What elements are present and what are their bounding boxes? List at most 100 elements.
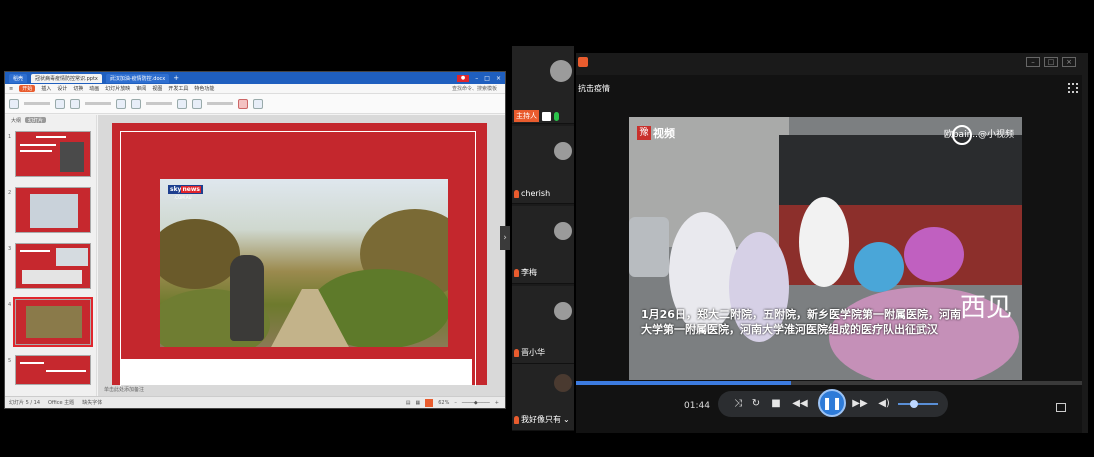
menu-home[interactable]: 开始	[19, 85, 36, 92]
menu-developer[interactable]: 开发工具	[168, 85, 188, 92]
menu-insert[interactable]: 插入	[41, 85, 51, 92]
zoom-in-icon[interactable]: +	[495, 400, 499, 406]
sky-news-logo: skynews	[168, 185, 203, 194]
volume-knob[interactable]	[910, 400, 918, 408]
drawing-group	[207, 102, 233, 105]
close-icon[interactable]: ×	[496, 75, 501, 82]
menu-slideshow[interactable]: 幻灯片放映	[105, 85, 130, 92]
menu-animation[interactable]: 动画	[89, 85, 99, 92]
avatar	[550, 60, 572, 82]
ppt-menu-bar: ≡ 开始 插入 设计 切换 动画 幻灯片放映 审阅 视图 开发工具 特色功能 查…	[5, 84, 505, 94]
window-controls: ● – □ ×	[456, 74, 505, 82]
fullscreen-icon[interactable]	[1056, 403, 1066, 412]
font-group	[85, 102, 111, 105]
seek-bar-fill	[576, 381, 792, 385]
slide-thumbnail[interactable]: 2	[8, 187, 91, 233]
tab-presentation[interactable]: 冠状病毒疫情防控常识.pptx	[31, 73, 102, 83]
avatar	[554, 142, 572, 160]
tab-outline[interactable]: 大纲	[11, 117, 21, 124]
missing-fonts[interactable]: 缺失字体	[82, 399, 102, 406]
seek-bar[interactable]	[576, 381, 1088, 385]
current-time: 01:44	[684, 401, 710, 411]
theme-name: Office 主题	[48, 400, 75, 406]
menu-review[interactable]: 审阅	[136, 85, 146, 92]
player-title-bar: – □ ×	[576, 53, 1088, 75]
video-subtitle: 1月26日，郑大二附院，五附院，新乡医学院第一附属医院，河南大学第一附属医院，河…	[641, 308, 961, 336]
volume-icon[interactable]: ◀)	[876, 397, 892, 411]
menu-design[interactable]: 设计	[57, 85, 67, 92]
fast-forward-icon[interactable]: ▶▶	[852, 397, 868, 411]
slide-thumbnail[interactable]: 5	[8, 355, 91, 385]
menu-file-icon[interactable]: ≡	[9, 86, 13, 92]
zoom-out-icon[interactable]: –	[454, 400, 457, 406]
arrange-icon[interactable]	[238, 98, 248, 109]
zoom-slider[interactable]: ────◆────	[462, 400, 490, 406]
tab-docer[interactable]: 稻壳	[9, 73, 28, 83]
close-icon[interactable]: ×	[1062, 57, 1076, 67]
presentation-window: 稻壳 冠状病毒疫情防控常识.pptx 武汉加油-疫情防控.docx + ● – …	[4, 71, 506, 409]
view-sorter-icon[interactable]: ▦	[416, 400, 421, 406]
participant-tile[interactable]: 晋小华	[512, 286, 574, 364]
slide-photo[interactable]: skynews .COM.AU	[160, 179, 448, 347]
paste-icon[interactable]	[9, 98, 19, 109]
menu-view[interactable]: 视图	[152, 85, 162, 92]
chevron-down-icon[interactable]: ⌄	[563, 415, 570, 424]
participant-name: 李梅	[521, 268, 537, 277]
paragraph-group	[146, 102, 172, 105]
collapse-panel-icon[interactable]: ›	[500, 226, 510, 250]
layout-icon[interactable]	[70, 98, 80, 109]
menu-features[interactable]: 特色功能	[194, 85, 214, 92]
participant-tile[interactable]: cherish	[512, 126, 574, 204]
find-icon[interactable]	[253, 98, 263, 109]
participant-tile[interactable]: 李梅	[512, 206, 574, 284]
volume-slider[interactable]	[898, 400, 938, 408]
tab-slides[interactable]: 幻灯片	[25, 117, 47, 124]
italic-icon[interactable]	[131, 98, 141, 109]
person-figure	[230, 255, 264, 341]
player-logo-icon	[578, 57, 588, 67]
view-normal-icon[interactable]: ▤	[406, 400, 411, 406]
source-watermark: 欧pain..@小视频	[943, 130, 1014, 140]
slide-thumbnail-selected[interactable]: 4	[8, 297, 93, 347]
maximize-icon[interactable]: □	[1044, 57, 1058, 67]
slide-thumbnail[interactable]: 3	[8, 243, 91, 289]
participant-name: 我好像只有	[521, 415, 561, 424]
shuffle-icon[interactable]: ⤨	[730, 397, 746, 411]
ribbon-group	[24, 102, 50, 105]
playlist-icon[interactable]	[1068, 83, 1078, 93]
participant-tile[interactable]: 我好像只有 ⌄	[512, 364, 574, 431]
notes-placeholder: 单击此处添加备注	[104, 387, 145, 393]
slideshow-play-icon[interactable]	[425, 398, 434, 407]
maximize-icon[interactable]: □	[484, 75, 490, 82]
pause-button[interactable]: ❚❚	[818, 389, 846, 417]
new-slide-icon[interactable]	[55, 98, 65, 109]
align-icon[interactable]	[177, 98, 187, 109]
minimize-icon[interactable]: –	[1026, 57, 1040, 67]
tab-document[interactable]: 武汉加油-疫情防控.docx	[105, 73, 170, 83]
video-frame[interactable]: 豫 视频 欧pain..@小视频 1月26日，郑大二附院，五附院，新乡医学院第一…	[629, 117, 1022, 380]
login-button[interactable]: ●	[456, 74, 470, 82]
henan-video-logo: 豫 视频	[637, 125, 675, 141]
minimize-icon[interactable]: –	[475, 75, 478, 82]
participant-name: 晋小华	[521, 348, 545, 357]
mic-icon	[514, 268, 519, 277]
command-search[interactable]: 查找命令、搜索模板	[452, 85, 505, 92]
slide-thumbnail[interactable]: 1	[8, 131, 91, 177]
rewind-icon[interactable]: ◀◀	[792, 397, 808, 411]
sky-news-subtext: .COM.AU	[174, 195, 192, 200]
repeat-icon[interactable]: ↻	[748, 397, 764, 411]
menu-transition[interactable]: 切换	[73, 85, 83, 92]
host-badge: 主持人	[514, 110, 539, 122]
host-row: 主持人	[512, 108, 574, 124]
host-video-tile[interactable]: 主持人	[512, 46, 574, 124]
screen-share-icon	[542, 111, 551, 121]
shape-icon[interactable]	[192, 98, 202, 109]
avatar	[554, 374, 572, 392]
slide-editor[interactable]: skynews .COM.AU	[98, 115, 505, 397]
video-player-window: – □ × 抗击疫情 豫 视频 欧pain..@小视频 1月26日，郑大二附院，…	[576, 53, 1088, 433]
current-slide[interactable]: skynews .COM.AU	[112, 123, 487, 386]
new-tab-icon[interactable]: +	[173, 74, 179, 82]
mic-icon	[514, 189, 519, 198]
stop-icon[interactable]: ■	[768, 397, 784, 411]
bold-icon[interactable]	[116, 98, 126, 109]
